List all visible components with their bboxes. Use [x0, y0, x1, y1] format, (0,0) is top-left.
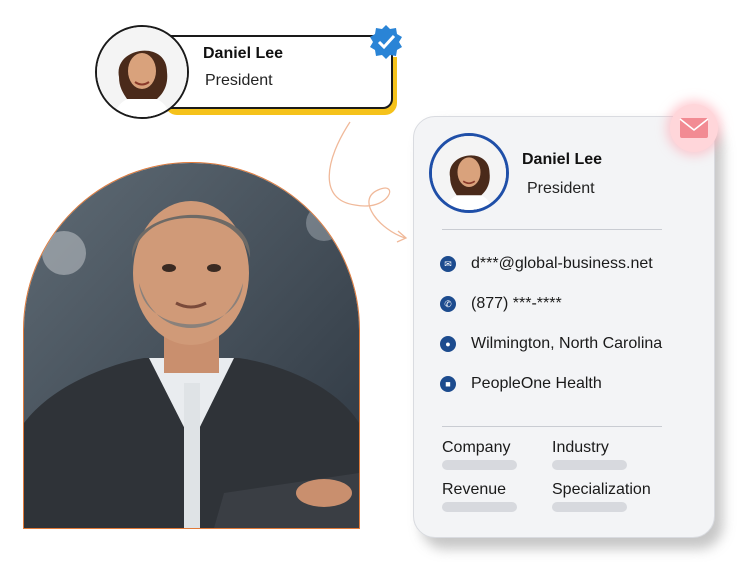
avatar [429, 133, 509, 213]
company-text: PeopleOne Health [471, 375, 602, 392]
divider [442, 229, 662, 230]
field-industry-placeholder [552, 460, 627, 470]
field-specialization-placeholder [552, 502, 627, 512]
envelope-icon[interactable] [670, 104, 718, 152]
email-row[interactable]: ✉ d***@global-business.net [440, 255, 653, 273]
company-row[interactable]: ■ PeopleOne Health [440, 375, 602, 393]
contact-card: Daniel Lee President ✉ d***@global-busin… [413, 116, 715, 538]
field-company-label: Company [442, 439, 511, 456]
field-revenue-label: Revenue [442, 481, 507, 498]
tag-title: President [205, 72, 273, 89]
field-industry-label: Industry [552, 439, 609, 456]
verified-badge-icon [370, 25, 402, 59]
field-revenue-placeholder [442, 502, 517, 512]
location-pin-icon: ● [440, 336, 456, 352]
phone-text: (877) ***-**** [471, 295, 562, 312]
building-icon: ■ [440, 376, 456, 392]
email-icon: ✉ [440, 256, 456, 272]
location-row[interactable]: ● Wilmington, North Carolina [440, 335, 662, 353]
avatar [95, 25, 189, 119]
name-tag: Daniel Lee President [95, 23, 405, 119]
tag-name: Daniel Lee [203, 45, 284, 62]
phone-icon: ✆ [440, 296, 456, 312]
email-text: d***@global-business.net [471, 255, 653, 272]
location-text: Wilmington, North Carolina [471, 335, 663, 352]
card-title: President [527, 180, 595, 197]
card-name: Daniel Lee [522, 151, 603, 168]
field-specialization-label: Specialization [552, 481, 651, 498]
profile-photo [23, 162, 360, 529]
tag-card: Daniel Lee President [157, 35, 393, 109]
phone-row[interactable]: ✆ (877) ***-**** [440, 295, 562, 313]
divider [442, 426, 662, 427]
field-company-placeholder [442, 460, 517, 470]
